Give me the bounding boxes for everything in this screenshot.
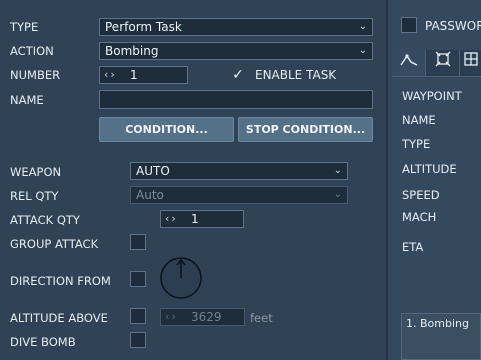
wp-eta-label: ETA xyxy=(402,240,424,254)
enable-task-label: ENABLE TASK xyxy=(255,68,337,82)
dive-bomb-checkbox[interactable] xyxy=(130,332,146,348)
password-label: PASSWOR xyxy=(425,19,481,33)
tab-bar xyxy=(392,50,481,77)
wp-speed-label: SPEED xyxy=(402,188,440,202)
chevron-down-icon: ⌄ xyxy=(333,165,342,176)
dive-bomb-label: DIVE BOMB xyxy=(10,335,76,349)
direction-dial[interactable] xyxy=(159,256,203,300)
altitude-above-stepper[interactable]: ‹› 3629 xyxy=(160,308,245,326)
number-label: NUMBER xyxy=(10,68,61,82)
tab-target[interactable] xyxy=(426,50,460,76)
waypoint-path-icon xyxy=(399,54,417,66)
action-label: ACTION xyxy=(10,44,54,58)
stepper-arrows-icon[interactable]: ‹› xyxy=(104,67,117,83)
altitude-above-value: 3629 xyxy=(191,310,222,324)
wp-type-label: TYPE xyxy=(402,137,431,151)
enable-task-checkbox[interactable]: ✓ xyxy=(230,67,246,83)
list-item[interactable]: 1. Bombing xyxy=(406,317,469,330)
rel-qty-value: Auto xyxy=(136,188,164,202)
chevron-down-icon: ⌄ xyxy=(358,21,367,32)
group-attack-checkbox[interactable] xyxy=(130,234,146,250)
chevron-down-icon: ⌄ xyxy=(358,45,367,56)
rel-qty-dropdown[interactable]: Auto ⌄ xyxy=(130,186,348,204)
condition-button[interactable]: CONDITION... xyxy=(99,117,234,142)
weapon-dropdown[interactable]: AUTO ⌄ xyxy=(130,162,348,180)
number-stepper[interactable]: ‹› 1 xyxy=(99,66,188,84)
action-value: Bombing xyxy=(105,44,159,58)
chevron-down-icon: ⌄ xyxy=(333,189,342,200)
grid-icon xyxy=(463,52,478,66)
wp-altitude-label: ALTITUDE xyxy=(402,162,457,176)
password-checkbox[interactable] xyxy=(401,17,417,33)
altitude-unit: feet xyxy=(250,311,273,325)
direction-from-checkbox[interactable] xyxy=(130,271,146,287)
name-input[interactable] xyxy=(99,90,373,109)
stop-condition-button[interactable]: STOP CONDITION... xyxy=(238,117,373,142)
type-dropdown[interactable]: Perform Task ⌄ xyxy=(99,18,373,36)
type-value: Perform Task xyxy=(105,20,182,34)
group-attack-label: GROUP ATTACK xyxy=(10,237,99,251)
action-dropdown[interactable]: Bombing ⌄ xyxy=(99,42,373,60)
waypoint-label: WAYPOINT xyxy=(402,89,462,103)
weapon-value: AUTO xyxy=(136,164,170,178)
direction-from-label: DIRECTION FROM xyxy=(10,274,111,288)
stepper-arrows-icon[interactable]: ‹› xyxy=(165,309,178,325)
attack-qty-label: ATTACK QTY xyxy=(10,213,80,227)
attack-qty-value: 1 xyxy=(191,212,199,226)
wp-mach-label: MACH xyxy=(402,210,437,224)
type-label: TYPE xyxy=(10,20,39,34)
altitude-above-checkbox[interactable] xyxy=(130,308,146,324)
weapon-label: WEAPON xyxy=(10,165,62,179)
altitude-above-label: ALTITUDE ABOVE xyxy=(10,311,108,325)
stepper-arrows-icon[interactable]: ‹› xyxy=(165,211,178,227)
task-list[interactable]: 1. Bombing xyxy=(401,313,481,360)
tab-waypoint-path[interactable] xyxy=(392,50,426,76)
name-label: NAME xyxy=(10,93,44,107)
wp-name-label: NAME xyxy=(402,113,436,127)
attack-qty-stepper[interactable]: ‹› 1 xyxy=(160,210,244,228)
rel-qty-label: REL QTY xyxy=(10,189,59,203)
target-icon xyxy=(435,51,450,67)
tab-grid[interactable] xyxy=(460,50,481,76)
number-value: 1 xyxy=(130,68,138,82)
